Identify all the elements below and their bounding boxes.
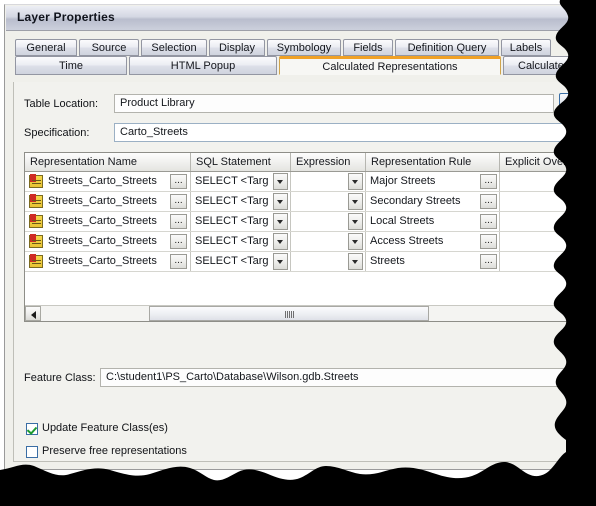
feature-class-input[interactable]: C:\student1\PS_Carto\Database\Wilson.gdb… [100, 368, 582, 387]
sql-statement-dropdown-button[interactable] [273, 233, 288, 250]
cell-explicit-override[interactable] [500, 252, 575, 271]
sql-statement-dropdown-button[interactable] [273, 253, 288, 270]
cell-representation-name[interactable]: Streets_Carto_Streets [25, 232, 191, 251]
tab-strip: General Source Selection Display Symbolo… [13, 35, 585, 83]
scrollbar-grip-icon [285, 311, 294, 318]
cell-explicit-override[interactable] [500, 172, 575, 191]
sql-statement-dropdown-button[interactable] [273, 213, 288, 230]
column-header-expression[interactable]: Expression [291, 153, 366, 171]
page-title: Layer Properties [17, 10, 115, 24]
cell-representation-name[interactable]: Streets_Carto_Streets [25, 172, 191, 191]
column-header-sql-statement[interactable]: SQL Statement [191, 153, 291, 171]
tab-display[interactable]: Display [209, 39, 265, 56]
table-location-label: Table Location: [24, 98, 98, 110]
screenshot-root: Layer Properties General Source Selectio… [0, 0, 596, 506]
representation-icon [29, 194, 43, 208]
expression-dropdown-button[interactable] [348, 173, 363, 190]
sql-statement-dropdown-button[interactable] [273, 173, 288, 190]
tab-symbology[interactable]: Symbology [267, 39, 341, 56]
cell-representation-name[interactable]: Streets_Carto_Streets [25, 212, 191, 231]
representation-name-ellipsis-button[interactable]: ... [170, 254, 187, 269]
tab-html-popup[interactable]: HTML Popup [129, 56, 277, 75]
tab-general[interactable]: General [15, 39, 77, 56]
title-bar: Layer Properties [6, 6, 587, 31]
scrollbar-thumb[interactable] [149, 306, 429, 321]
table-row[interactable]: Streets_Carto_Streets ... SELECT <Targ L… [25, 212, 575, 232]
table-row[interactable]: Streets_Carto_Streets ... SELECT <Targ S… [25, 192, 575, 212]
update-feature-classes-label: Update Feature Class(es) [42, 422, 168, 434]
cell-explicit-override[interactable] [500, 232, 575, 251]
tab-calculated-representations[interactable]: Calculated Representations [279, 56, 501, 75]
expression-dropdown-button[interactable] [348, 233, 363, 250]
grid-horizontal-scrollbar[interactable] [25, 305, 575, 321]
update-feature-classes-checkbox[interactable] [26, 423, 38, 435]
preserve-free-representations-label: Preserve free representations [42, 445, 187, 457]
cell-explicit-override[interactable] [500, 212, 575, 231]
specification-label: Specification: [24, 127, 90, 139]
representation-icon [29, 174, 43, 188]
cell-representation-name[interactable]: Streets_Carto_Streets [25, 192, 191, 211]
representation-rule-ellipsis-button[interactable]: ... [480, 254, 497, 269]
representation-icon [29, 214, 43, 228]
layer-properties-dialog: Layer Properties General Source Selectio… [4, 4, 588, 470]
tab-time[interactable]: Time [15, 56, 127, 75]
expression-dropdown-button[interactable] [348, 253, 363, 270]
expression-dropdown-button[interactable] [348, 193, 363, 210]
column-header-representation-rule[interactable]: Representation Rule [366, 153, 500, 171]
table-row[interactable]: Streets_Carto_Streets ... SELECT <Targ M… [25, 172, 575, 192]
cell-representation-name[interactable]: Streets_Carto_Streets [25, 252, 191, 271]
preserve-free-representations-checkbox[interactable] [26, 446, 38, 458]
table-row[interactable]: Streets_Carto_Streets ... SELECT <Targ A… [25, 232, 575, 252]
sql-statement-dropdown-button[interactable] [273, 193, 288, 210]
representation-name-ellipsis-button[interactable]: ... [170, 234, 187, 249]
tab-source[interactable]: Source [79, 39, 139, 56]
tab-fields[interactable]: Fields [343, 39, 393, 56]
representation-icon [29, 234, 43, 248]
table-location-input[interactable]: Product Library [114, 94, 554, 113]
representation-rule-ellipsis-button[interactable]: ... [480, 214, 497, 229]
tab-calculated[interactable]: Calculated [503, 56, 585, 75]
representation-rule-ellipsis-button[interactable]: ... [480, 234, 497, 249]
representation-icon [29, 254, 43, 268]
table-row[interactable]: Streets_Carto_Streets ... SELECT <Targ S… [25, 252, 575, 272]
representation-rule-ellipsis-button[interactable]: ... [480, 174, 497, 189]
calculated-representations-panel: Table Location: Product Library Specific… [13, 82, 585, 462]
specification-input[interactable]: Carto_Streets [114, 123, 582, 142]
representations-grid: Representation Name SQL Statement Expres… [24, 152, 576, 322]
table-location-browse-button[interactable] [559, 93, 583, 114]
tab-labels[interactable]: Labels [501, 39, 551, 56]
representation-rule-ellipsis-button[interactable]: ... [480, 194, 497, 209]
grid-header-row: Representation Name SQL Statement Expres… [25, 153, 575, 172]
expression-dropdown-button[interactable] [348, 213, 363, 230]
representation-name-ellipsis-button[interactable]: ... [170, 174, 187, 189]
feature-class-label: Feature Class: [24, 372, 96, 384]
cell-explicit-override[interactable] [500, 192, 575, 211]
column-header-representation-name[interactable]: Representation Name [25, 153, 191, 171]
tab-definition-query[interactable]: Definition Query [395, 39, 499, 56]
representation-name-ellipsis-button[interactable]: ... [170, 194, 187, 209]
column-header-explicit-override[interactable]: Explicit Override [500, 153, 575, 171]
scroll-left-arrow-icon[interactable] [25, 306, 41, 321]
representation-name-ellipsis-button[interactable]: ... [170, 214, 187, 229]
tab-selection[interactable]: Selection [141, 39, 207, 56]
